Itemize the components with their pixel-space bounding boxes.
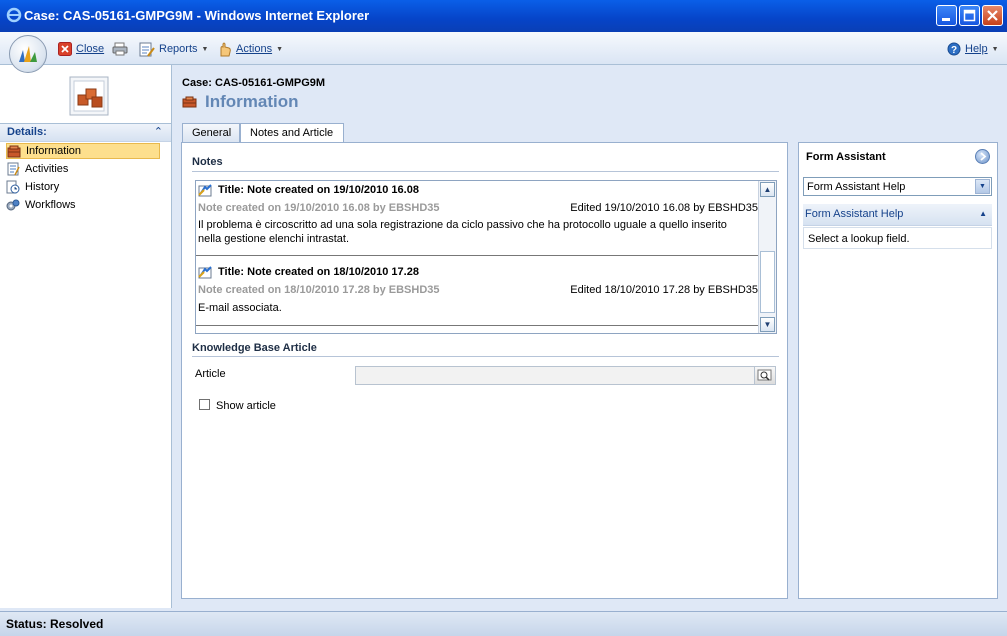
note-title[interactable]: Title: Note created on 19/10/2010 16.08: [218, 184, 419, 196]
nav-item-label: Information: [26, 145, 82, 157]
form-assistant-subheader[interactable]: Form Assistant Help ▲: [803, 204, 992, 226]
article-lookup-field[interactable]: [355, 366, 776, 385]
nav-item-information[interactable]: Information: [6, 143, 160, 159]
form-assistant-title: Form Assistant: [806, 151, 886, 163]
dynamics-logo-icon: [19, 46, 37, 62]
section-divider: [192, 171, 779, 172]
chevron-down-icon: ▼: [991, 45, 999, 53]
note-body[interactable]: Il problema è circoscritto ad una sola r…: [198, 218, 743, 246]
page-title: Information: [205, 92, 299, 111]
form-assistant-message: Select a lookup field.: [808, 233, 910, 245]
internet-explorer-icon: [6, 7, 22, 23]
close-button[interactable]: Close: [58, 41, 104, 57]
note-separator: [196, 255, 759, 256]
information-icon: [7, 145, 21, 158]
nav-item-activities[interactable]: Activities: [6, 161, 160, 177]
close-icon: [987, 10, 998, 21]
knowledge-base-section-header: Knowledge Base Article: [192, 342, 317, 354]
lookup-magnifier-icon: [757, 369, 772, 381]
status-bar: Status: Resolved: [0, 611, 1007, 636]
case-entity-icon: [69, 76, 109, 116]
status-text: Status: Resolved: [6, 617, 104, 631]
window-title: Case: CAS-05161-GMPG9M - Windows Interne…: [24, 8, 370, 23]
note-separator: [196, 325, 759, 326]
nav-item-label: Activities: [25, 163, 69, 175]
close-window-button[interactable]: [982, 5, 1003, 26]
note-created-meta: Note created on 19/10/2010 16.08 by EBSH…: [198, 202, 440, 214]
actions-button[interactable]: Actions ▼: [217, 41, 283, 57]
reports-label: Reports: [159, 43, 198, 55]
workflows-icon: [6, 199, 20, 211]
note-created-meta: Note created on 18/10/2010 17.28 by EBSH…: [198, 284, 440, 296]
note-title[interactable]: Title: Note created on 18/10/2010 17.28: [218, 266, 419, 278]
form-assistant-select-value: Form Assistant Help: [807, 181, 906, 193]
close-label: Close: [76, 43, 105, 55]
help-icon: ?: [947, 42, 961, 56]
reports-icon: [139, 42, 155, 57]
maximize-button[interactable]: [959, 5, 980, 26]
form-assistant-collapse-button[interactable]: [975, 149, 990, 164]
nav-item-label: Workflows: [25, 199, 76, 211]
crm-logo[interactable]: [9, 35, 47, 73]
actions-hand-icon: [220, 42, 231, 56]
form-assistant-subheader-label: Form Assistant Help: [805, 208, 904, 220]
note-icon: [198, 266, 212, 279]
note-edited-meta: Edited 18/10/2010 17.28 by EBSHD35: [570, 284, 758, 296]
note-edited-meta: Edited 19/10/2010 16.08 by EBSHD35: [570, 202, 758, 214]
close-record-icon: [58, 42, 72, 56]
tab-general[interactable]: General: [182, 123, 240, 142]
article-label: Article: [195, 368, 226, 380]
section-divider: [192, 356, 779, 357]
form-assistant-select[interactable]: Form Assistant Help ▼: [803, 177, 992, 196]
reports-button[interactable]: Reports ▼: [139, 41, 208, 57]
tab-notes-and-article[interactable]: Notes and Article: [240, 123, 344, 143]
information-section-icon: [182, 96, 197, 108]
svg-text:?: ?: [951, 45, 957, 56]
case-number-header: Case: CAS-05161-GMPG9M: [182, 77, 326, 89]
lookup-button[interactable]: [754, 367, 775, 384]
actions-label: Actions: [236, 43, 273, 55]
notes-section-header: Notes: [192, 156, 223, 168]
chevron-down-icon[interactable]: ▼: [975, 179, 990, 194]
minimize-icon: [942, 18, 950, 21]
details-section-header[interactable]: Details: ⌃: [0, 123, 171, 142]
nav-item-workflows[interactable]: Workflows: [6, 197, 160, 213]
form-assistant-content: Select a lookup field.: [803, 227, 992, 249]
chevron-down-icon: ▼: [201, 45, 209, 53]
window-title-bar: Case: CAS-05161-GMPG9M - Windows Interne…: [0, 0, 1007, 32]
note-body[interactable]: E-mail associata.: [198, 301, 743, 315]
activities-icon: [7, 162, 20, 176]
collapse-up-icon[interactable]: ⌃: [154, 125, 163, 138]
notes-list[interactable]: Title: Note created on 19/10/2010 16.08 …: [195, 180, 777, 334]
nav-item-label: History: [25, 181, 60, 193]
details-label: Details:: [7, 126, 47, 138]
history-icon: [6, 180, 20, 194]
scroll-down-icon[interactable]: ▼: [760, 317, 775, 332]
show-article-checkbox[interactable]: [199, 399, 210, 410]
note-icon: [198, 184, 212, 197]
print-icon: [112, 42, 128, 56]
scroll-thumb[interactable]: [760, 251, 775, 313]
chevron-right-icon: [980, 152, 987, 161]
chevron-down-icon: ▼: [276, 45, 284, 53]
help-label: Help: [965, 43, 988, 55]
print-button[interactable]: [112, 41, 128, 57]
show-article-label[interactable]: Show article: [216, 400, 276, 412]
collapse-up-icon[interactable]: ▲: [979, 209, 987, 218]
notes-scrollbar[interactable]: ▲ ▼: [758, 181, 776, 333]
scroll-up-icon[interactable]: ▲: [760, 182, 775, 197]
nav-item-history[interactable]: History: [6, 179, 160, 195]
minimize-button[interactable]: [936, 5, 957, 26]
maximize-icon: [963, 9, 976, 22]
help-button[interactable]: ? Help ▼: [947, 41, 999, 57]
